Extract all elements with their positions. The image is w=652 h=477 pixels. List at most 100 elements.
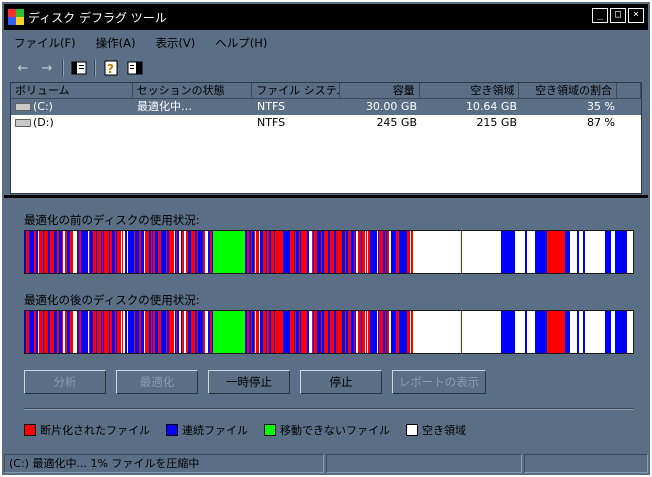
col-file-system[interactable]: ファイル システム [252,83,340,99]
cluster-block-50 [103,231,104,273]
cluster-block-3 [29,311,32,353]
cluster-block-147 [278,311,279,353]
cluster-block-205 [368,311,370,353]
menu-file[interactable]: ファイル(F) [14,35,76,51]
cluster-block-113 [200,231,201,273]
cluster-block-180 [325,311,328,353]
cluster-block-174 [318,311,320,353]
action-buttons: 分析 最適化 一時停止 停止 レポートの表示 [24,370,486,394]
cluster-block-72 [134,311,135,353]
volume-name: (C:) [33,100,53,113]
pause-button[interactable]: 一時停止 [208,370,290,394]
forward-arrow-icon[interactable]: → [38,59,56,77]
cluster-block-143 [272,231,273,273]
cluster-block-141 [270,311,271,353]
pane-icon[interactable] [70,59,88,77]
cluster-block-131 [253,231,254,273]
col-volume[interactable]: ボリューム [11,83,133,99]
help-icon[interactable]: ? [102,59,120,77]
cluster-block-144 [273,231,274,273]
cluster-block-21 [61,311,62,353]
analyze-button[interactable]: 分析 [24,370,106,394]
cluster-block-238 [501,311,515,353]
cluster-block-46 [97,231,100,273]
cluster-block-163 [300,231,301,273]
cluster-block-217 [384,311,385,353]
cluster-block-73 [135,231,138,273]
view-report-button[interactable]: レポートの表示 [392,370,486,394]
cluster-block-233 [411,231,413,273]
cluster-block-97 [175,311,176,353]
cluster-block-199 [361,231,362,273]
cluster-block-198 [358,311,361,353]
stop-button[interactable]: 停止 [300,370,382,394]
menu-view[interactable]: 表示(V) [155,35,195,51]
cluster-block-191 [345,231,346,273]
col-capacity[interactable]: 容量 [339,83,420,99]
cluster-block-240 [525,311,527,353]
cluster-block-151 [282,311,283,353]
cluster-block-220 [387,231,389,273]
cluster-block-138 [266,231,267,273]
cluster-block-141 [270,231,271,273]
cluster-block-218 [385,311,386,353]
cluster-block-175 [320,231,321,273]
cluster-block-112 [198,231,200,273]
separator [24,408,634,410]
cluster-block-225 [394,231,395,273]
cluster-block-7 [36,311,38,353]
close-button[interactable]: × [628,8,644,23]
title-bar[interactable]: ディスク デフラグ ツール _ □ × [4,4,648,30]
col-filler [617,83,642,99]
cluster-block-202 [365,231,366,273]
cluster-block-193 [348,311,351,353]
cluster-block-223 [392,231,393,273]
col-free-space[interactable]: 空き領域 [419,83,520,99]
cluster-block-184 [334,311,336,353]
cluster-block-221 [389,231,391,273]
menu-action[interactable]: 操作(A) [96,35,136,51]
cluster-block-198 [358,231,361,273]
before-disk-map [24,230,634,274]
back-arrow-icon[interactable]: ← [14,59,32,77]
cluster-block-59 [116,231,117,273]
status-text: (C:) 最適化中... 1% ファイルを圧縮中 [4,454,324,473]
menu-help[interactable]: ヘルプ(H) [215,35,267,51]
col-session-status[interactable]: セッションの状態 [132,83,253,99]
cluster-block-251 [611,231,615,273]
cluster-block-194 [351,231,354,273]
volume-free: 10.64 GB [465,100,517,113]
cluster-block-244 [565,311,570,353]
cluster-block-57 [112,311,115,353]
cluster-block-211 [378,231,379,273]
cluster-block-19 [57,231,59,273]
cluster-block-167 [305,311,307,353]
cluster-block-239 [515,231,525,273]
cluster-block-230 [404,311,407,353]
cluster-block-6 [34,231,36,273]
cluster-block-133 [255,311,256,353]
cluster-block-52 [105,231,107,273]
cluster-block-237 [462,231,501,273]
cluster-block-241 [527,311,535,353]
cluster-block-89 [164,231,165,273]
cluster-block-78 [145,231,147,273]
col-free-percent[interactable]: 空き領域の割合 [519,83,618,99]
defrag-button[interactable]: 最適化 [116,370,198,394]
volume-row-d[interactable]: (D:) NTFS 245 GB 215 GB 87 % [11,115,641,131]
cluster-block-134 [256,231,259,273]
cluster-block-151 [282,231,283,273]
cluster-block-110 [195,231,197,273]
volume-row-c[interactable]: (C:) 最適化中… NTFS 30.00 GB 10.64 GB 35 % [11,99,641,115]
cluster-block-252 [615,231,627,273]
cluster-block-177 [322,231,323,273]
legend-unmovable: 移動できないファイル [264,422,390,438]
cluster-block-58 [115,231,116,273]
cluster-block-106 [187,231,188,273]
properties-icon[interactable] [126,59,144,77]
minimize-button[interactable]: _ [592,8,608,23]
cluster-block-205 [368,231,370,273]
cluster-block-192 [346,231,348,273]
maximize-button[interactable]: □ [610,8,626,23]
cluster-block-49 [102,231,103,273]
